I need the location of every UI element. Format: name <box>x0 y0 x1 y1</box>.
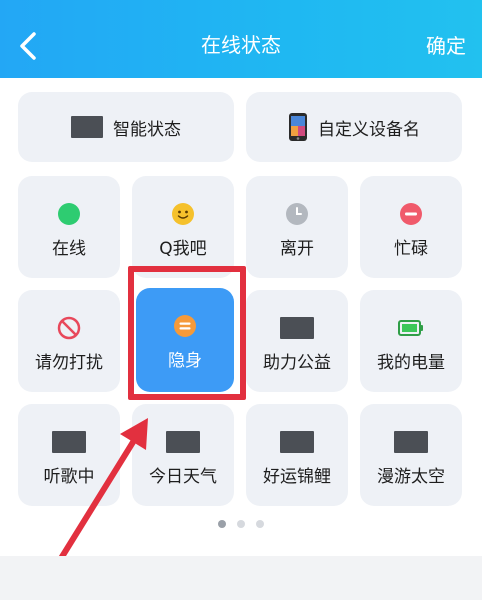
status-busy-tile[interactable]: 忙碌 <box>360 176 462 278</box>
status-battery-tile[interactable]: 我的电量 <box>360 290 462 392</box>
status-dnd-tile[interactable]: 请勿打扰 <box>18 290 120 392</box>
smart-status-tile[interactable]: 智能状态 <box>18 92 234 162</box>
tile-label: 离开 <box>280 239 314 259</box>
tile-label: 助力公益 <box>263 353 331 373</box>
tile-label: 智能状态 <box>113 119 181 140</box>
minus-circle-icon <box>400 203 422 225</box>
status-invisible-tile[interactable]: 隐身 <box>136 288 234 392</box>
pagination-dots <box>0 520 482 528</box>
status-music-tile[interactable]: 听歌中 <box>18 404 120 506</box>
battery-icon <box>398 320 423 336</box>
custom-device-name-tile[interactable]: 自定义设备名 <box>246 92 462 162</box>
page-dot[interactable] <box>237 520 245 528</box>
image-placeholder-icon <box>280 431 314 453</box>
tile-label: 请勿打扰 <box>35 353 103 373</box>
image-placeholder-icon <box>71 116 103 138</box>
status-lucky-koi-tile[interactable]: 好运锦鲤 <box>246 404 348 506</box>
tile-label: 我的电量 <box>377 353 445 373</box>
confirm-button[interactable]: 确定 <box>426 30 466 59</box>
image-placeholder-icon <box>394 431 428 453</box>
tile-label: Q我吧 <box>159 239 207 259</box>
image-placeholder-icon <box>166 431 200 453</box>
image-placeholder-icon <box>52 431 86 453</box>
phone-icon <box>289 113 307 141</box>
status-weather-tile[interactable]: 今日天气 <box>132 404 234 506</box>
clock-icon <box>286 203 308 225</box>
page-dot[interactable] <box>218 520 226 528</box>
tile-label: 好运锦鲤 <box>263 467 331 487</box>
status-charity-tile[interactable]: 助力公益 <box>246 290 348 392</box>
page-dot[interactable] <box>256 520 264 528</box>
tile-label: 听歌中 <box>43 467 95 487</box>
green-dot-icon <box>58 203 80 225</box>
bottom-area <box>0 556 482 600</box>
page-title: 在线状态 <box>201 33 281 57</box>
tile-label: 自定义设备名 <box>318 119 420 140</box>
smiley-icon <box>172 203 194 225</box>
tile-label: 隐身 <box>168 351 202 371</box>
tile-label: 忙碌 <box>394 239 428 259</box>
tile-label: 今日天气 <box>149 467 217 487</box>
status-q-me-tile[interactable]: Q我吧 <box>132 176 234 278</box>
status-online-tile[interactable]: 在线 <box>18 176 120 278</box>
no-entry-icon <box>57 316 81 340</box>
equals-circle-icon <box>174 315 196 337</box>
tile-label: 在线 <box>52 239 86 259</box>
status-space-tile[interactable]: 漫游太空 <box>360 404 462 506</box>
tile-label: 漫游太空 <box>377 467 445 487</box>
status-away-tile[interactable]: 离开 <box>246 176 348 278</box>
image-placeholder-icon <box>280 317 314 339</box>
